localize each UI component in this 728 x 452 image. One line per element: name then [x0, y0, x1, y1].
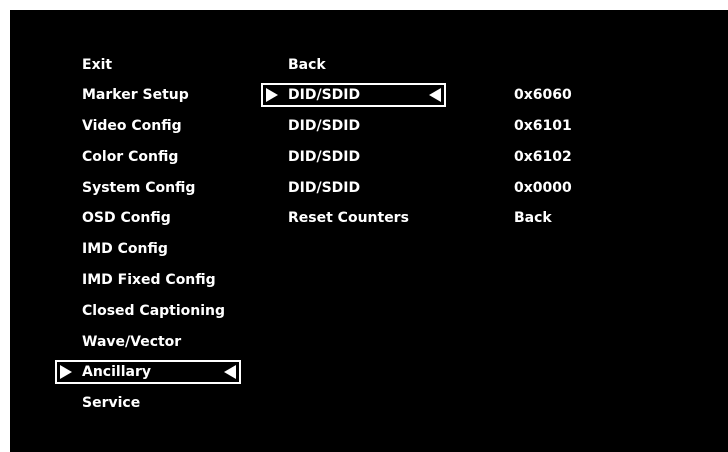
submenu-item-label: Reset Counters [288, 210, 409, 226]
menu-item-system-config[interactable]: System Config [82, 176, 195, 200]
menu-item-label: IMD Config [82, 241, 168, 257]
selection-arrow-right-icon [60, 365, 72, 379]
submenu-item-did-sdid-2[interactable]: DID/SDID [288, 114, 360, 138]
value-text: 0x6101 [514, 118, 572, 134]
selection-arrow-right-icon [266, 88, 278, 102]
menu-item-label: Closed Captioning [82, 303, 226, 319]
menu-item-label: Exit [82, 57, 113, 73]
submenu-item-back[interactable]: Back [288, 53, 326, 77]
value-did-sdid-2: 0x6101 [514, 114, 572, 138]
submenu-item-did-sdid-4[interactable]: DID/SDID [288, 176, 360, 200]
menu-item-label: System Config [82, 180, 196, 196]
menu-item-marker-setup[interactable]: Marker Setup [82, 83, 189, 107]
menu-item-label: OSD Config [82, 210, 171, 226]
submenu-item-label: DID/SDID [288, 118, 361, 134]
menu-item-wave-vector[interactable]: Wave/Vector [82, 330, 181, 354]
selection-arrow-left-icon [429, 88, 441, 102]
submenu-item-label: DID/SDID [288, 87, 361, 103]
value-text: 0x6102 [514, 149, 572, 165]
osd-screen: Exit Marker Setup Video Config Color Con… [10, 10, 728, 452]
menu-item-color-config[interactable]: Color Config [82, 145, 178, 169]
menu-item-ancillary[interactable]: Ancillary [55, 360, 241, 384]
selection-arrow-left-icon [224, 365, 236, 379]
value-did-sdid-1: 0x6060 [514, 83, 572, 107]
menu-item-closed-captioning[interactable]: Closed Captioning [82, 299, 225, 323]
menu-item-label: Service [82, 395, 141, 411]
value-text: 0x6060 [514, 87, 572, 103]
value-did-sdid-3: 0x6102 [514, 145, 572, 169]
menu-item-service[interactable]: Service [82, 391, 140, 415]
menu-item-label: Video Config [82, 118, 182, 134]
submenu-item-reset-counters[interactable]: Reset Counters [288, 206, 409, 230]
menu-item-label: IMD Fixed Config [82, 272, 216, 288]
submenu-item-did-sdid-1[interactable]: DID/SDID [261, 83, 446, 107]
value-text: 0x0000 [514, 180, 572, 196]
value-text: Back [514, 210, 552, 226]
submenu-item-label: Back [288, 57, 326, 73]
menu-item-label: Marker Setup [82, 87, 189, 103]
value-did-sdid-4: 0x0000 [514, 176, 572, 200]
menu-item-label: Ancillary [82, 364, 151, 380]
submenu-item-label: DID/SDID [288, 149, 361, 165]
submenu-item-label: DID/SDID [288, 180, 361, 196]
submenu-item-did-sdid-3[interactable]: DID/SDID [288, 145, 360, 169]
menu-item-osd-config[interactable]: OSD Config [82, 206, 171, 230]
menu-item-label: Wave/Vector [82, 334, 182, 350]
menu-item-imd-fixed-config[interactable]: IMD Fixed Config [82, 268, 216, 292]
menu-item-video-config[interactable]: Video Config [82, 114, 182, 138]
menu-item-label: Color Config [82, 149, 179, 165]
value-back-button[interactable]: Back [514, 206, 552, 230]
menu-item-imd-config[interactable]: IMD Config [82, 237, 168, 261]
menu-item-exit[interactable]: Exit [82, 53, 112, 77]
